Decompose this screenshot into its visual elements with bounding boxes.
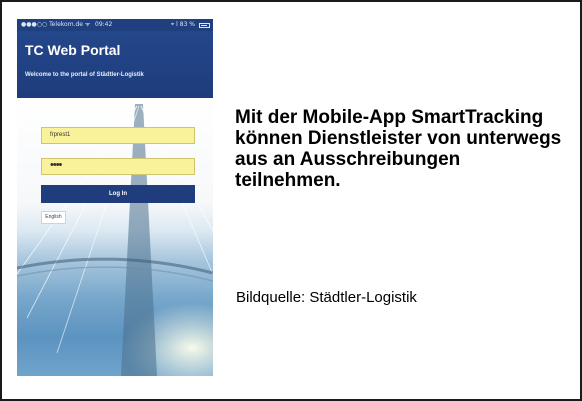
username-field[interactable]: frprest1 [41, 127, 195, 144]
password-field[interactable]: •••• [41, 158, 195, 175]
caption-text: Mit der Mobile-App SmartTracking können … [235, 107, 562, 191]
battery-icon [199, 23, 210, 28]
portal-header: TC Web Portal Welcome to the portal of S… [17, 31, 213, 98]
battery-label: ⌖ ⅼ 83 % [170, 21, 195, 28]
login-area: frprest1 •••• Log In English [17, 98, 213, 376]
status-bar: ●●●○○ Telekom.de ᯤ 09:42 ⌖ ⅼ 83 % [17, 19, 213, 31]
carrier-label: ●●●○○ Telekom.de ᯤ [21, 21, 91, 28]
portal-title: TC Web Portal [25, 42, 121, 58]
status-time: 09:42 [95, 21, 113, 28]
login-button[interactable]: Log In [41, 185, 195, 203]
language-selector[interactable]: English [41, 211, 66, 224]
phone-screenshot: ●●●○○ Telekom.de ᯤ 09:42 ⌖ ⅼ 83 % TC Web… [17, 19, 213, 376]
image-source: Bildquelle: Städtler-Logistik [236, 289, 417, 306]
portal-welcome-text: Welcome to the portal of Städtler-Logist… [25, 72, 144, 78]
